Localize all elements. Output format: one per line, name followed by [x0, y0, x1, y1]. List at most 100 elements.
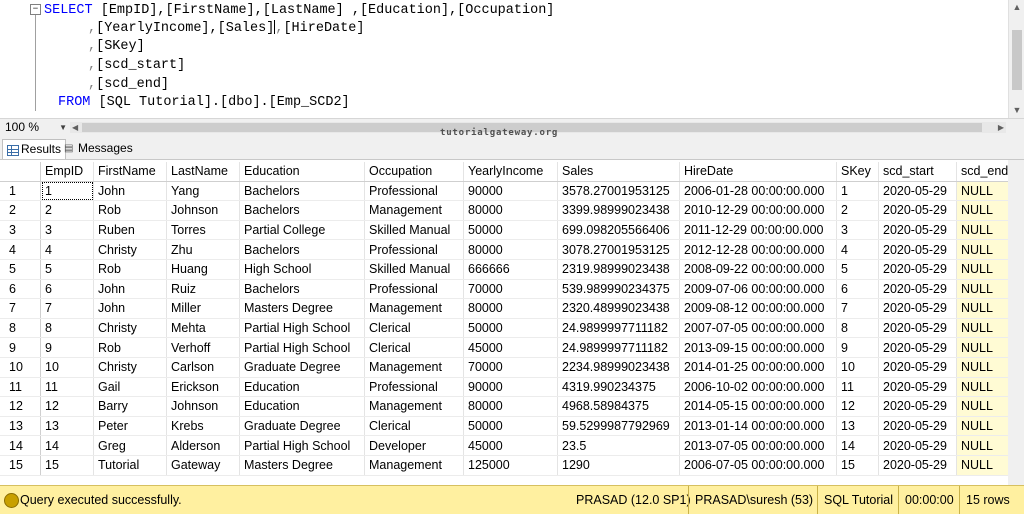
cell-skey[interactable]: 5	[836, 259, 879, 280]
cell-lastname[interactable]: Zhu	[166, 239, 240, 260]
row-number[interactable]: 5	[0, 259, 41, 280]
table-row[interactable]: 8 8 Christy Mehta Partial High School Clerica…	[0, 318, 1016, 339]
cell-skey[interactable]: 14	[836, 435, 879, 456]
cell-sales[interactable]: 4319.990234375	[557, 377, 680, 398]
row-number[interactable]: 13	[0, 416, 41, 437]
cell-yearlyincome[interactable]: 80000	[463, 200, 558, 221]
cell-education[interactable]: High School	[239, 259, 365, 280]
column-header-scd_end[interactable]: scd_end	[956, 162, 1016, 182]
cell-education[interactable]: Partial High School	[239, 337, 365, 358]
cell-lastname[interactable]: Erickson	[166, 377, 240, 398]
cell-empid[interactable]: 2	[40, 200, 94, 221]
cell-skey[interactable]: 8	[836, 318, 879, 339]
cell-scd_end[interactable]: NULL	[956, 200, 1016, 221]
cell-education[interactable]: Bachelors	[239, 181, 365, 202]
cell-education[interactable]: Partial High School	[239, 435, 365, 456]
cell-scd_start[interactable]: 2020-05-29	[878, 200, 957, 221]
cell-sales[interactable]: 4968.58984375	[557, 396, 680, 417]
cell-scd_end[interactable]: NULL	[956, 220, 1016, 241]
row-number[interactable]: 6	[0, 279, 41, 300]
cell-hiredate[interactable]: 2008-09-22 00:00:00.000	[679, 259, 837, 280]
cell-empid[interactable]: 7	[40, 298, 94, 319]
editor-vertical-scrollbar[interactable]: ▲ ▼	[1008, 0, 1024, 118]
cell-firstname[interactable]: Christy	[93, 357, 167, 378]
row-number[interactable]: 10	[0, 357, 41, 378]
cell-education[interactable]: Masters Degree	[239, 298, 365, 319]
table-row[interactable]: 6 6 John Ruiz Bachelors Professional 70000 539.…	[0, 279, 1016, 300]
column-header-scd_start[interactable]: scd_start	[878, 162, 957, 182]
cell-empid[interactable]: 12	[40, 396, 94, 417]
cell-occupation[interactable]: Management	[364, 396, 464, 417]
cell-hiredate[interactable]: 2014-05-15 00:00:00.000	[679, 396, 837, 417]
table-row[interactable]: 1 1 John Yang Bachelors Professional 90000 3578…	[0, 181, 1016, 202]
column-header-occupation[interactable]: Occupation	[364, 162, 464, 182]
cell-sales[interactable]: 3078.27001953125	[557, 239, 680, 260]
table-row[interactable]: 3 3 Ruben Torres Partial College Skilled Manu…	[0, 220, 1016, 241]
cell-sales[interactable]: 3578.27001953125	[557, 181, 680, 202]
cell-scd_start[interactable]: 2020-05-29	[878, 259, 957, 280]
row-number[interactable]: 2	[0, 200, 41, 221]
cell-firstname[interactable]: John	[93, 181, 167, 202]
cell-yearlyincome[interactable]: 80000	[463, 396, 558, 417]
cell-hiredate[interactable]: 2013-01-14 00:00:00.000	[679, 416, 837, 437]
cell-firstname[interactable]: Christy	[93, 239, 167, 260]
scroll-up-icon[interactable]: ▲	[1012, 2, 1022, 12]
cell-firstname[interactable]: Rob	[93, 259, 167, 280]
cell-scd_start[interactable]: 2020-05-29	[878, 435, 957, 456]
cell-yearlyincome[interactable]: 45000	[463, 337, 558, 358]
cell-firstname[interactable]: Rob	[93, 200, 167, 221]
cell-occupation[interactable]: Management	[364, 455, 464, 476]
column-header-lastname[interactable]: LastName	[166, 162, 240, 182]
table-row[interactable]: 13 13 Peter Krebs Graduate Degree Clerical 500…	[0, 416, 1016, 437]
cell-firstname[interactable]: Christy	[93, 318, 167, 339]
chevron-down-icon[interactable]: ▼	[59, 120, 67, 135]
table-row[interactable]: 10 10 Christy Carlson Graduate Degree Managem…	[0, 357, 1016, 378]
cell-scd_start[interactable]: 2020-05-29	[878, 181, 957, 202]
cell-lastname[interactable]: Torres	[166, 220, 240, 241]
cell-scd_start[interactable]: 2020-05-29	[878, 377, 957, 398]
cell-scd_start[interactable]: 2020-05-29	[878, 318, 957, 339]
cell-yearlyincome[interactable]: 80000	[463, 239, 558, 260]
cell-hiredate[interactable]: 2012-12-28 00:00:00.000	[679, 239, 837, 260]
cell-empid[interactable]: 4	[40, 239, 94, 260]
cell-scd_end[interactable]: NULL	[956, 337, 1016, 358]
cell-lastname[interactable]: Carlson	[166, 357, 240, 378]
cell-firstname[interactable]: Tutorial	[93, 455, 167, 476]
cell-occupation[interactable]: Professional	[364, 239, 464, 260]
cell-skey[interactable]: 9	[836, 337, 879, 358]
cell-skey[interactable]: 10	[836, 357, 879, 378]
table-row[interactable]: 2 2 Rob Johnson Bachelors Management 80000 3399…	[0, 200, 1016, 221]
row-number[interactable]: 4	[0, 239, 41, 260]
cell-empid[interactable]: 8	[40, 318, 94, 339]
row-number[interactable]: 3	[0, 220, 41, 241]
collapse-toggle-icon[interactable]: −	[30, 4, 41, 15]
cell-scd_start[interactable]: 2020-05-29	[878, 337, 957, 358]
cell-skey[interactable]: 6	[836, 279, 879, 300]
cell-occupation[interactable]: Skilled Manual	[364, 259, 464, 280]
cell-skey[interactable]: 1	[836, 181, 879, 202]
cell-lastname[interactable]: Gateway	[166, 455, 240, 476]
cell-skey[interactable]: 12	[836, 396, 879, 417]
cell-scd_end[interactable]: NULL	[956, 298, 1016, 319]
cell-empid[interactable]: 5	[40, 259, 94, 280]
cell-yearlyincome[interactable]: 90000	[463, 377, 558, 398]
scroll-down-icon[interactable]: ▼	[1012, 105, 1022, 115]
cell-education[interactable]: Bachelors	[239, 279, 365, 300]
cell-scd_end[interactable]: NULL	[956, 259, 1016, 280]
row-number[interactable]: 8	[0, 318, 41, 339]
cell-scd_end[interactable]: NULL	[956, 239, 1016, 260]
cell-sales[interactable]: 3399.98999023438	[557, 200, 680, 221]
cell-sales[interactable]: 2320.48999023438	[557, 298, 680, 319]
cell-lastname[interactable]: Verhoff	[166, 337, 240, 358]
row-number[interactable]: 1	[0, 181, 41, 202]
cell-scd_end[interactable]: NULL	[956, 396, 1016, 417]
cell-sales[interactable]: 2234.98999023438	[557, 357, 680, 378]
cell-scd_end[interactable]: NULL	[956, 416, 1016, 437]
cell-hiredate[interactable]: 2007-07-05 00:00:00.000	[679, 318, 837, 339]
cell-skey[interactable]: 7	[836, 298, 879, 319]
cell-education[interactable]: Masters Degree	[239, 455, 365, 476]
cell-scd_start[interactable]: 2020-05-29	[878, 298, 957, 319]
tab-messages[interactable]: ▤ Messages	[60, 139, 137, 158]
grid-vertical-scrollbar[interactable]	[1008, 160, 1024, 485]
table-row[interactable]: 7 7 John Miller Masters Degree Management 8000…	[0, 298, 1016, 319]
